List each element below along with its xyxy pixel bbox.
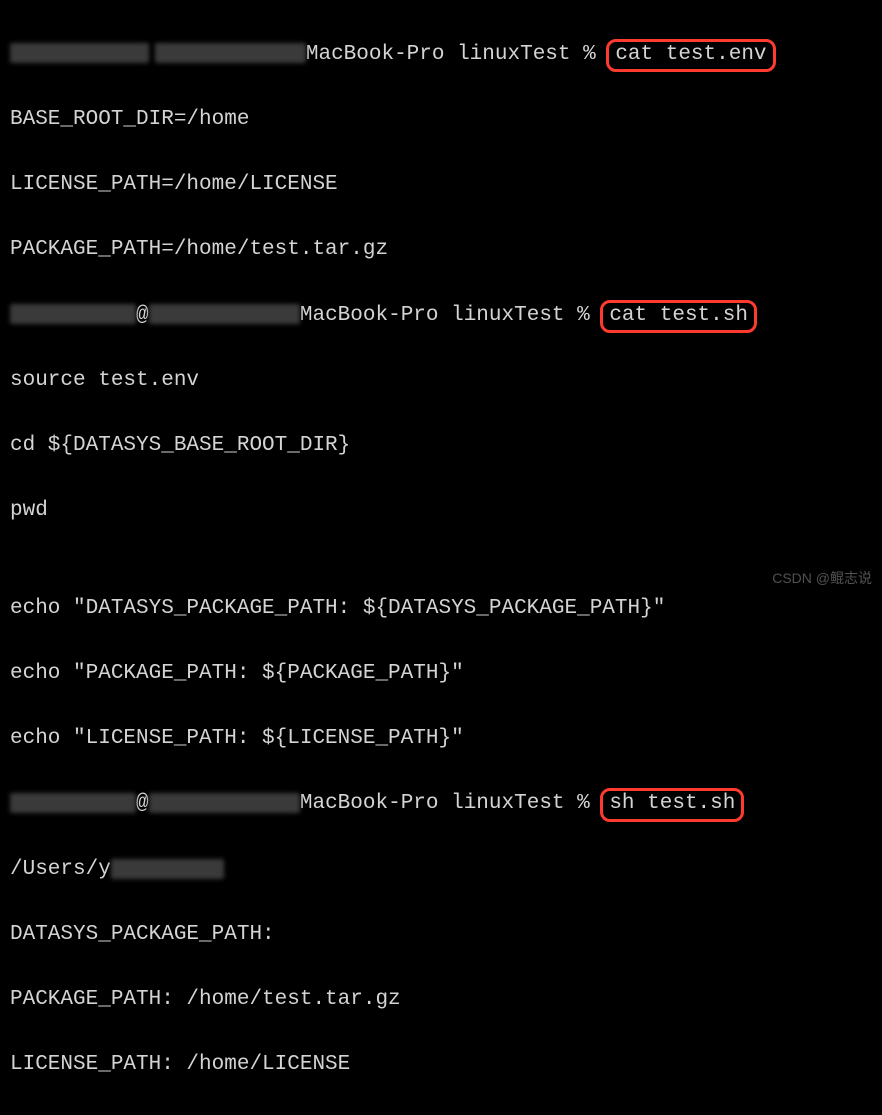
sh-line-6: echo "LICENSE_PATH: ${LICENSE_PATH}" <box>10 723 872 756</box>
cmd-3: sh test.sh <box>609 792 735 815</box>
prompt-host-3: MacBook-Pro linuxTest % <box>300 792 602 815</box>
redacted-user-2: yunzhixing <box>10 304 136 324</box>
prompt-line-3[interactable]: yunzhixing@yunzhiningdeMacBook-Pro linux… <box>10 788 872 821</box>
cmd-1: cat test.env <box>615 43 766 66</box>
redacted-user-3: yunzhixing <box>10 793 136 813</box>
highlight-cmd-3: sh test.sh <box>600 788 744 821</box>
prompt-line-1[interactable]: yunzhixinge yunzhiningdeMacBook-Pro linux… <box>10 39 872 72</box>
redacted-user-1: yunzhixinge <box>10 43 149 63</box>
highlight-cmd-1: cat test.env <box>606 39 775 72</box>
out-line-2: DATASYS_PACKAGE_PATH: <box>10 919 872 952</box>
redacted-path-1: unzhixing <box>111 859 224 879</box>
sh-line-3: pwd <box>10 495 872 528</box>
env-line-3: PACKAGE_PATH=/home/test.tar.gz <box>10 234 872 267</box>
env-line-2: LICENSE_PATH=/home/LICENSE <box>10 169 872 202</box>
prompt-line-2[interactable]: yunzhixing@yunzhiningdeMacBook-Pro linux… <box>10 300 872 333</box>
out-line-1-prefix: /Users/y <box>10 858 111 881</box>
highlight-cmd-2: cat test.sh <box>600 300 757 333</box>
terminal-output: yunzhixingeyunzhiningdeMacBook-Pro linux… <box>10 6 872 1115</box>
out-line-3: PACKAGE_PATH: /home/test.tar.gz <box>10 984 872 1017</box>
prompt-host-1: MacBook-Pro linuxTest % <box>306 43 608 66</box>
sh-line-5: echo "PACKAGE_PATH: ${PACKAGE_PATH}" <box>10 658 872 691</box>
redacted-host-2: yunzhiningde <box>149 304 300 324</box>
cmd-2: cat test.sh <box>609 304 748 327</box>
prompt-host-2: MacBook-Pro linuxTest % <box>300 304 602 327</box>
prompt-at-2: @ <box>136 792 149 815</box>
redacted-host-1: yunzhiningde <box>155 43 306 63</box>
sh-line-2: cd ${DATASYS_BASE_ROOT_DIR} <box>10 430 872 463</box>
env-line-1: BASE_ROOT_DIR=/home <box>10 104 872 137</box>
prompt-at-1: @ <box>136 304 149 327</box>
out-line-4: LICENSE_PATH: /home/LICENSE <box>10 1049 872 1082</box>
out-line-1: /Users/yunzhixing <box>10 854 872 887</box>
sh-line-1: source test.env <box>10 365 872 398</box>
redacted-host-3: yunzhiningde <box>149 793 300 813</box>
watermark: CSDN @鲲志说 <box>772 568 872 590</box>
sh-line-4: echo "DATASYS_PACKAGE_PATH: ${DATASYS_PA… <box>10 593 872 626</box>
